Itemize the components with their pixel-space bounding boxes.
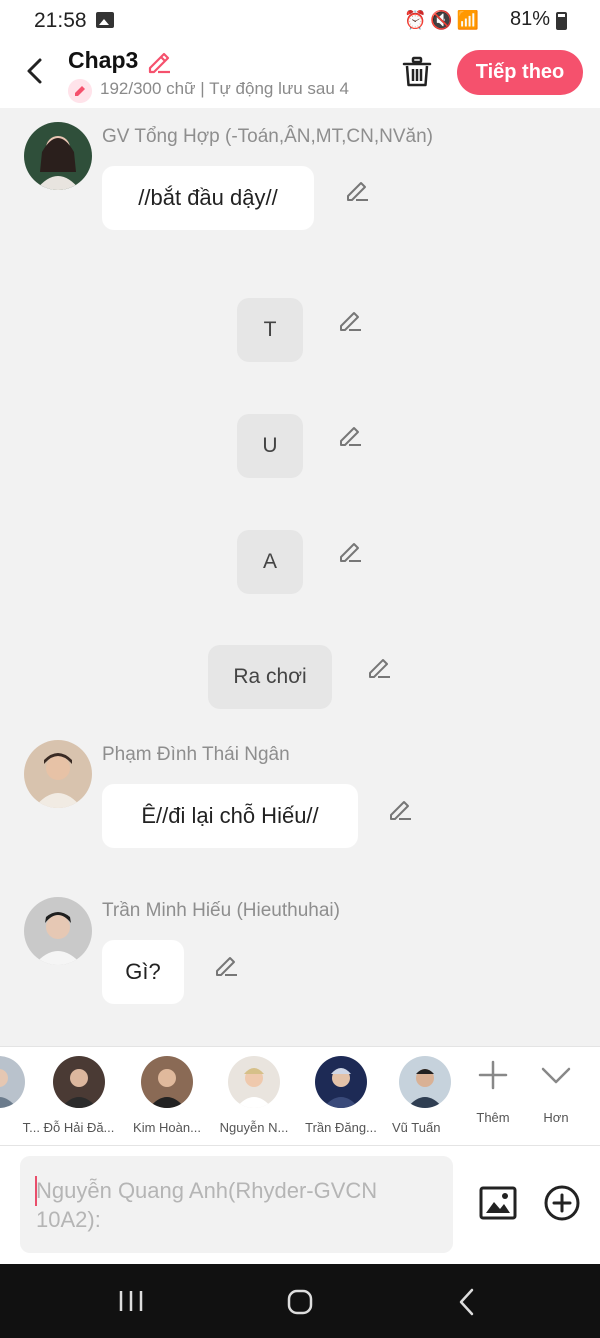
character-name: Nguyễn N... — [219, 1120, 289, 1135]
image-icon[interactable] — [479, 1184, 517, 1222]
avatar — [399, 1056, 451, 1108]
avatar — [141, 1056, 193, 1108]
status-icons: ⏰🔇📶 — [404, 10, 484, 30]
avatar — [315, 1056, 367, 1108]
avatar[interactable] — [24, 122, 92, 190]
character-item[interactable]: Nguyễn N... — [213, 1055, 295, 1135]
trash-icon[interactable] — [402, 56, 432, 88]
chevron-left-icon[interactable] — [20, 56, 50, 86]
system-nav-bar — [0, 1264, 600, 1338]
status-time: 21:58 — [34, 9, 87, 32]
home-icon[interactable] — [287, 1289, 313, 1315]
plus-icon — [478, 1060, 508, 1090]
narration-bubble[interactable]: A — [237, 530, 303, 594]
pencil-icon[interactable] — [344, 177, 370, 203]
character-item[interactable]: Trần Đăng... — [300, 1055, 382, 1135]
plus-circle-icon[interactable] — [543, 1184, 581, 1222]
avatar — [53, 1056, 105, 1108]
character-name: Vũ Tuấn — [392, 1120, 441, 1135]
avatar[interactable] — [24, 897, 92, 965]
character-name: Trần Đăng... — [305, 1120, 377, 1135]
narration-bubble[interactable]: T — [237, 298, 303, 362]
avatar — [228, 1056, 280, 1108]
compose-bar — [0, 1146, 600, 1264]
sender-name: Trần Minh Hiếu (Hieuthuhai) — [102, 900, 340, 921]
gallery-icon — [96, 12, 114, 28]
character-item[interactable]: Đỗ Hải Đă... — [38, 1055, 120, 1135]
chevron-down-icon — [541, 1067, 571, 1084]
battery-icon — [556, 12, 567, 30]
pencil-icon[interactable] — [337, 538, 363, 564]
character-item[interactable]: Vũ Tuấn — [384, 1055, 466, 1135]
character-name: Kim Hoàn... — [133, 1120, 201, 1135]
pencil-icon[interactable] — [337, 422, 363, 448]
pencil-icon[interactable] — [366, 654, 392, 680]
pencil-icon — [68, 79, 92, 103]
more-characters-button[interactable]: Hơn — [526, 1059, 586, 1125]
sender-name: GV Tổng Hợp (-Toán,ÂN,MT,CN,NVăn) — [102, 126, 433, 147]
narration-bubble[interactable]: U — [237, 414, 303, 478]
message-input[interactable] — [20, 1156, 453, 1253]
next-button[interactable]: Tiếp theo — [457, 50, 583, 95]
character-selector: T... Đỗ Hải Đă... Kim Hoàn... Nguyễn N..… — [0, 1046, 600, 1146]
character-name: T... — [22, 1120, 40, 1135]
message-bubble[interactable]: Gì? — [102, 940, 184, 1004]
avatar[interactable] — [24, 740, 92, 808]
character-item[interactable]: T... — [0, 1055, 40, 1135]
more-label: Hơn — [543, 1110, 569, 1125]
status-bar: 21:58 ⏰🔇📶 81% — [0, 0, 600, 42]
add-label: Thêm — [476, 1110, 510, 1125]
pencil-icon[interactable] — [387, 796, 413, 822]
pencil-icon[interactable] — [337, 307, 363, 333]
pencil-icon[interactable] — [213, 952, 239, 978]
chapter-title[interactable]: Chap3 — [68, 47, 138, 74]
sender-name: Phạm Đình Thái Ngân — [102, 744, 290, 765]
narration-bubble[interactable]: Ra chơi — [208, 645, 332, 709]
text-cursor — [35, 1176, 37, 1206]
message-bubble[interactable]: //bắt đầu dậy// — [102, 166, 314, 230]
editor-header: Chap3 192/300 chữ | Tự động lưu sau 4 Ti… — [0, 42, 600, 108]
word-count-status: 192/300 chữ | Tự động lưu sau 4 — [100, 79, 350, 98]
nav-back-icon[interactable] — [456, 1288, 478, 1316]
avatar — [0, 1056, 25, 1108]
recent-apps-icon[interactable] — [118, 1289, 144, 1313]
character-name: Đỗ Hải Đă... — [43, 1120, 115, 1135]
battery-level: 81% — [510, 8, 551, 30]
character-item[interactable]: Kim Hoàn... — [126, 1055, 208, 1135]
pencil-icon[interactable] — [146, 48, 172, 74]
message-bubble[interactable]: Ê//đi lại chỗ Hiếu// — [102, 784, 358, 848]
add-character-button[interactable]: Thêm — [463, 1059, 523, 1125]
